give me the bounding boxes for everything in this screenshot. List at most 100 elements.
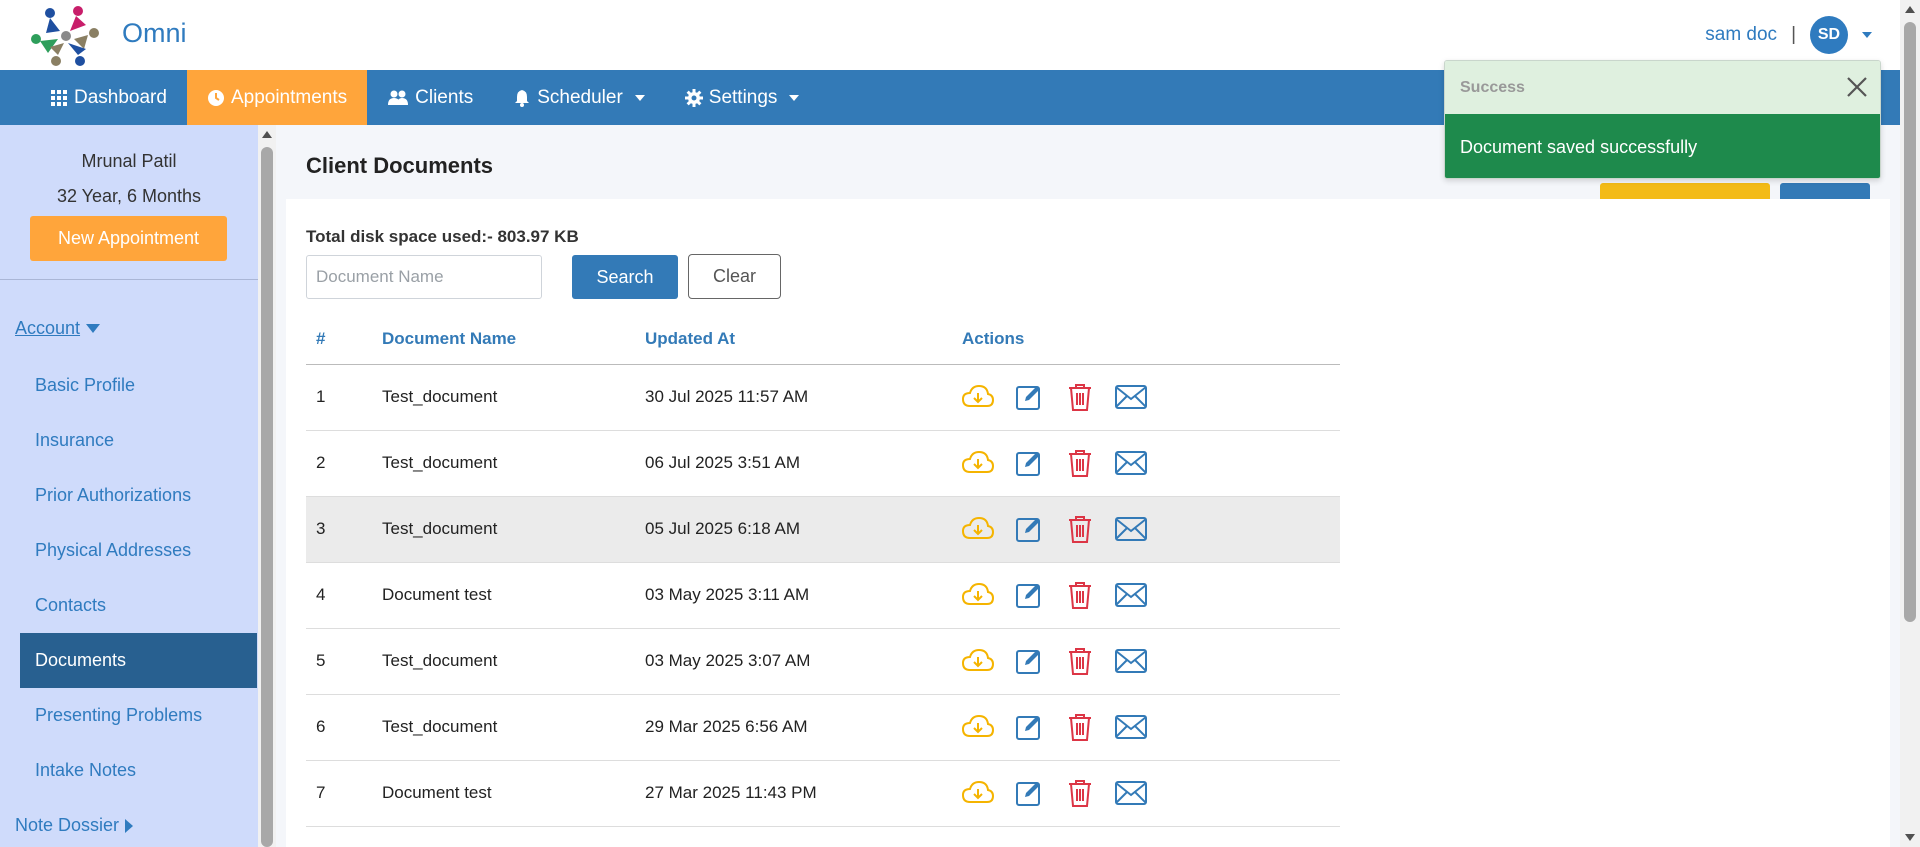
sidebar-section-account-label: Account (15, 318, 81, 338)
updated-at-cell: 03 May 2025 3:07 AM (645, 628, 962, 695)
chevron-down-icon[interactable] (1862, 32, 1872, 38)
edit-icon[interactable] (1013, 711, 1045, 743)
row-number: 1 (306, 364, 382, 431)
updated-at-cell: 06 Jul 2025 3:51 AM (645, 430, 962, 497)
sidebar-scrollbar[interactable] (258, 125, 276, 847)
sidebar-item-insurance[interactable]: Insurance (20, 413, 257, 468)
sidebar-item-prior-authorizations[interactable]: Prior Authorizations (20, 468, 257, 523)
trash-icon[interactable] (1064, 711, 1096, 743)
updated-at-cell: 27 Mar 2025 11:43 PM (645, 760, 962, 827)
mail-icon[interactable] (1115, 447, 1147, 479)
nav-clients-label: Clients (415, 86, 474, 108)
scroll-up-icon[interactable] (1905, 6, 1915, 13)
cloud-download-icon[interactable] (962, 513, 994, 545)
nav-scheduler-label: Scheduler (537, 86, 623, 108)
edit-icon[interactable] (1013, 579, 1045, 611)
client-sidebar: Mrunal Patil 32 Year, 6 Months New Appoi… (0, 125, 258, 847)
mail-icon[interactable] (1115, 579, 1147, 611)
omni-logo[interactable] (28, 3, 104, 69)
column-header-updated-at[interactable]: Updated At (645, 314, 962, 365)
nav-dashboard[interactable]: Dashboard (0, 70, 187, 125)
updated-at-cell: 29 Mar 2025 6:56 AM (645, 694, 962, 761)
nav-scheduler[interactable]: Scheduler (493, 70, 665, 125)
trash-icon[interactable] (1064, 381, 1096, 413)
toast-message: Document saved successfully (1445, 114, 1880, 178)
cloud-download-icon[interactable] (962, 447, 994, 479)
new-appointment-button[interactable]: New Appointment (30, 216, 227, 261)
caret-right-icon (125, 818, 134, 833)
window-scroll-thumb[interactable] (1904, 22, 1916, 622)
trash-icon[interactable] (1064, 579, 1096, 611)
user-name[interactable]: sam doc (1705, 24, 1777, 46)
mail-icon[interactable] (1115, 513, 1147, 545)
column-header-number[interactable]: # (306, 314, 382, 365)
sidebar-section-account[interactable]: Account (15, 318, 101, 339)
actions-cell (962, 496, 1340, 563)
close-icon[interactable] (1844, 74, 1870, 100)
window-scrollbar[interactable] (1900, 0, 1920, 847)
sidebar-item-contacts[interactable]: Contacts (20, 578, 257, 633)
cloud-download-icon[interactable] (962, 381, 994, 413)
actions-cell (962, 628, 1340, 695)
scroll-down-icon[interactable] (1905, 834, 1915, 841)
avatar[interactable]: SD (1810, 16, 1848, 54)
edit-icon[interactable] (1013, 777, 1045, 809)
row-number: 7 (306, 760, 382, 827)
sidebar-item-label: Physical Addresses (35, 540, 192, 560)
search-button[interactable]: Search (572, 255, 678, 299)
mail-icon[interactable] (1115, 645, 1147, 677)
row-actions (962, 579, 1340, 611)
column-header-actions: Actions (962, 314, 1340, 365)
edit-icon[interactable] (1013, 513, 1045, 545)
edit-icon[interactable] (1013, 381, 1045, 413)
clear-button[interactable]: Clear (688, 254, 781, 299)
sidebar-section-note-dossier[interactable]: Note Dossier (15, 815, 134, 836)
table-row: 6 Test_document 29 Mar 2025 6:56 AM (306, 694, 1340, 761)
trash-icon[interactable] (1064, 777, 1096, 809)
main-content: Client Documents Total disk space used:-… (276, 125, 1900, 847)
document-name-input[interactable] (306, 255, 542, 299)
sidebar-item-physical-addresses[interactable]: Physical Addresses (20, 523, 257, 578)
cloud-download-icon[interactable] (962, 777, 994, 809)
row-actions (962, 513, 1340, 545)
sidebar-item-documents[interactable]: Documents (20, 633, 257, 688)
users-icon (387, 89, 409, 107)
sidebar-item-label: Documents (35, 650, 127, 670)
edit-icon[interactable] (1013, 645, 1045, 677)
cloud-download-icon[interactable] (962, 711, 994, 743)
column-header-document-name[interactable]: Document Name (382, 314, 645, 365)
sidebar-item-basic-profile[interactable]: Basic Profile (20, 358, 257, 413)
mail-icon[interactable] (1115, 711, 1147, 743)
grid-icon (50, 89, 68, 107)
nav-appointments[interactable]: Appointments (186, 70, 368, 125)
scroll-up-icon[interactable] (262, 131, 272, 138)
edit-icon[interactable] (1013, 447, 1045, 479)
actions-cell (962, 694, 1340, 761)
row-actions (962, 711, 1340, 743)
documents-panel: Total disk space used:- 803.97 KB Search… (286, 199, 1890, 847)
mail-icon[interactable] (1115, 381, 1147, 413)
table-header-row: # Document Name Updated At Actions (306, 314, 1340, 365)
nav-settings[interactable]: Settings (665, 70, 820, 125)
sidebar-scroll-thumb[interactable] (261, 147, 273, 847)
trash-icon[interactable] (1064, 645, 1096, 677)
mail-icon[interactable] (1115, 777, 1147, 809)
document-name-cell: Test_document (382, 694, 645, 761)
nav-settings-label: Settings (708, 86, 778, 108)
nav-clients[interactable]: Clients (367, 70, 493, 125)
clock-icon (207, 89, 225, 107)
trash-icon[interactable] (1064, 513, 1096, 545)
nav-appointments-label: Appointments (230, 86, 348, 108)
row-number: 4 (306, 562, 382, 629)
success-toast: Success Document saved successfully (1444, 60, 1881, 179)
sidebar-item-label: Basic Profile (35, 375, 136, 395)
table-row: 7 Document test 27 Mar 2025 11:43 PM (306, 760, 1340, 827)
cloud-download-icon[interactable] (962, 645, 994, 677)
table-row: 1 Test_document 30 Jul 2025 11:57 AM (306, 364, 1340, 431)
user-menu[interactable]: sam doc | SD (1705, 16, 1872, 54)
sidebar-item-label: Intake Notes (35, 760, 137, 780)
sidebar-item-intake-notes[interactable]: Intake Notes (20, 743, 257, 798)
trash-icon[interactable] (1064, 447, 1096, 479)
cloud-download-icon[interactable] (962, 579, 994, 611)
sidebar-item-presenting-problems[interactable]: Presenting Problems (20, 688, 257, 743)
